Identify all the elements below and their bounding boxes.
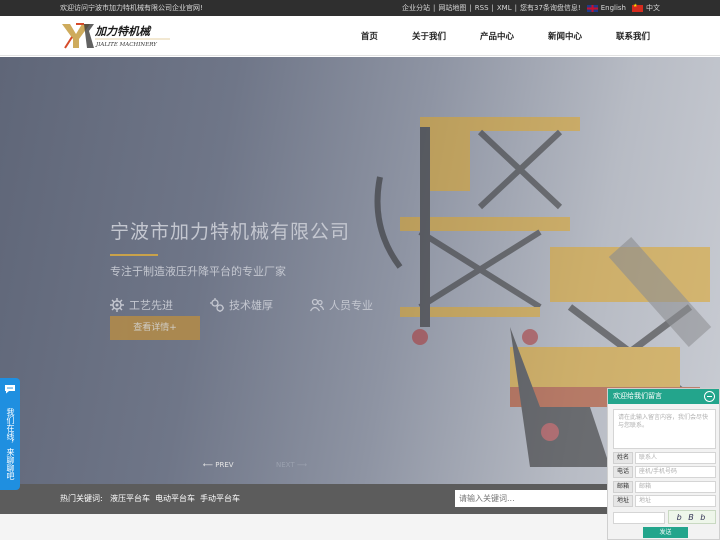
send-button[interactable]: 发送 <box>643 527 688 538</box>
gear-icon <box>110 298 124 312</box>
online-chat-tab[interactable]: 我们在线，来聊聊吧 <box>0 378 20 490</box>
prev-label: PREV <box>215 461 234 469</box>
nav-about[interactable]: 关于我们 <box>412 30 446 42</box>
link-rss[interactable]: RSS <box>475 4 489 12</box>
top-links: 企业分站 | 网站地图 | RSS | XML | 您有37条询盘信息! English… <box>402 3 660 13</box>
address-label: 地址 <box>613 495 633 507</box>
arrow-left-icon: ⟵ <box>203 461 214 469</box>
phone-label: 电话 <box>613 466 633 478</box>
prev-slide-button[interactable]: ⟵ PREV <box>203 461 234 469</box>
message-panel-header: 欢迎给我们留言 <box>608 389 719 404</box>
lang-chinese[interactable]: 中文 <box>646 3 660 13</box>
address-field[interactable]: 地址 <box>635 495 716 507</box>
form-row-email: 邮箱 邮箱 <box>613 481 716 493</box>
hero-subtitle: 专注于制造液压升降平台的专业厂家 <box>110 265 286 278</box>
minimize-icon[interactable] <box>704 391 715 402</box>
form-row-name: 姓名 联系人 <box>613 452 716 464</box>
keyword-search-input[interactable] <box>455 490 615 507</box>
email-label: 邮箱 <box>613 481 633 493</box>
feature-label: 工艺先进 <box>129 299 173 312</box>
link-xml[interactable]: XML <box>497 4 512 12</box>
keyword-link[interactable]: 液压平台车 <box>110 493 150 504</box>
logo-cn-text: 加力特机械 <box>94 25 152 38</box>
phone-field[interactable]: 座机/手机号码 <box>635 466 716 478</box>
feature-label: 技术雄厚 <box>229 299 273 312</box>
message-panel-title: 欢迎给我们留言 <box>613 392 662 400</box>
gears-icon <box>210 298 224 312</box>
nav-products[interactable]: 产品中心 <box>480 30 514 42</box>
feature-label: 人员专业 <box>329 299 373 312</box>
form-row-address: 地址 地址 <box>613 495 716 507</box>
header: 加力特机械 JIALITE MACHINERY 首页 关于我们 产品中心 新闻中… <box>0 16 720 56</box>
message-content-field[interactable]: 请在此输入留言内容，我们会尽快与您联系。 <box>613 409 716 449</box>
nav-news[interactable]: 新闻中心 <box>548 30 582 42</box>
keyword-link[interactable]: 电动平台车 <box>155 493 195 504</box>
nav-home[interactable]: 首页 <box>361 30 378 42</box>
nav-contact[interactable]: 联系我们 <box>616 30 650 42</box>
feature-list: 工艺先进 技术雄厚 人员专业 <box>110 297 410 313</box>
name-label: 姓名 <box>613 452 633 464</box>
uk-flag-icon <box>586 4 598 12</box>
keyword-link[interactable]: 手动平台车 <box>200 493 240 504</box>
welcome-text: 欢迎访问宁波市加力特机械有限公司企业官网! <box>60 4 203 12</box>
captcha-input[interactable] <box>613 512 665 524</box>
form-row-phone: 电话 座机/手机号码 <box>613 466 716 478</box>
top-bar: 欢迎访问宁波市加力特机械有限公司企业官网! 企业分站 | 网站地图 | RSS | X… <box>0 0 720 16</box>
chat-bubble-icon <box>5 385 15 394</box>
keywords-label: 热门关键词: <box>60 494 103 503</box>
view-details-button[interactable]: 查看详情+ <box>110 316 200 340</box>
company-logo[interactable]: 加力特机械 JIALITE MACHINERY <box>60 21 175 51</box>
feature-item: 工艺先进 <box>110 297 210 313</box>
lang-english[interactable]: English <box>601 4 626 12</box>
main-nav: 首页 关于我们 产品中心 新闻中心 联系我们 <box>327 30 650 42</box>
arrow-right-icon: ⟶ <box>296 461 307 469</box>
logo-en-text: JIALITE MACHINERY <box>95 42 158 48</box>
chat-tab-label: 我们在线，来聊聊吧 <box>6 408 15 480</box>
hero-divider <box>110 254 158 256</box>
china-flag-icon <box>632 3 643 12</box>
next-label: NEXT <box>276 461 295 469</box>
name-field[interactable]: 联系人 <box>635 452 716 464</box>
next-slide-button[interactable]: NEXT ⟶ <box>276 461 307 469</box>
email-field[interactable]: 邮箱 <box>635 481 716 493</box>
people-icon <box>310 298 324 312</box>
feature-item: 人员专业 <box>310 297 410 313</box>
message-panel: 欢迎给我们留言 请在此输入留言内容，我们会尽快与您联系。 姓名 联系人 电话 座… <box>607 388 720 540</box>
feature-item: 技术雄厚 <box>210 297 310 313</box>
captcha-image[interactable]: b B b <box>668 510 716 524</box>
link-sitemap[interactable]: 网站地图 <box>438 3 466 13</box>
inquiry-count[interactable]: 您有37条询盘信息! <box>520 3 581 13</box>
link-substation[interactable]: 企业分站 <box>402 3 430 13</box>
hero-title: 宁波市加力特机械有限公司 <box>110 221 351 243</box>
